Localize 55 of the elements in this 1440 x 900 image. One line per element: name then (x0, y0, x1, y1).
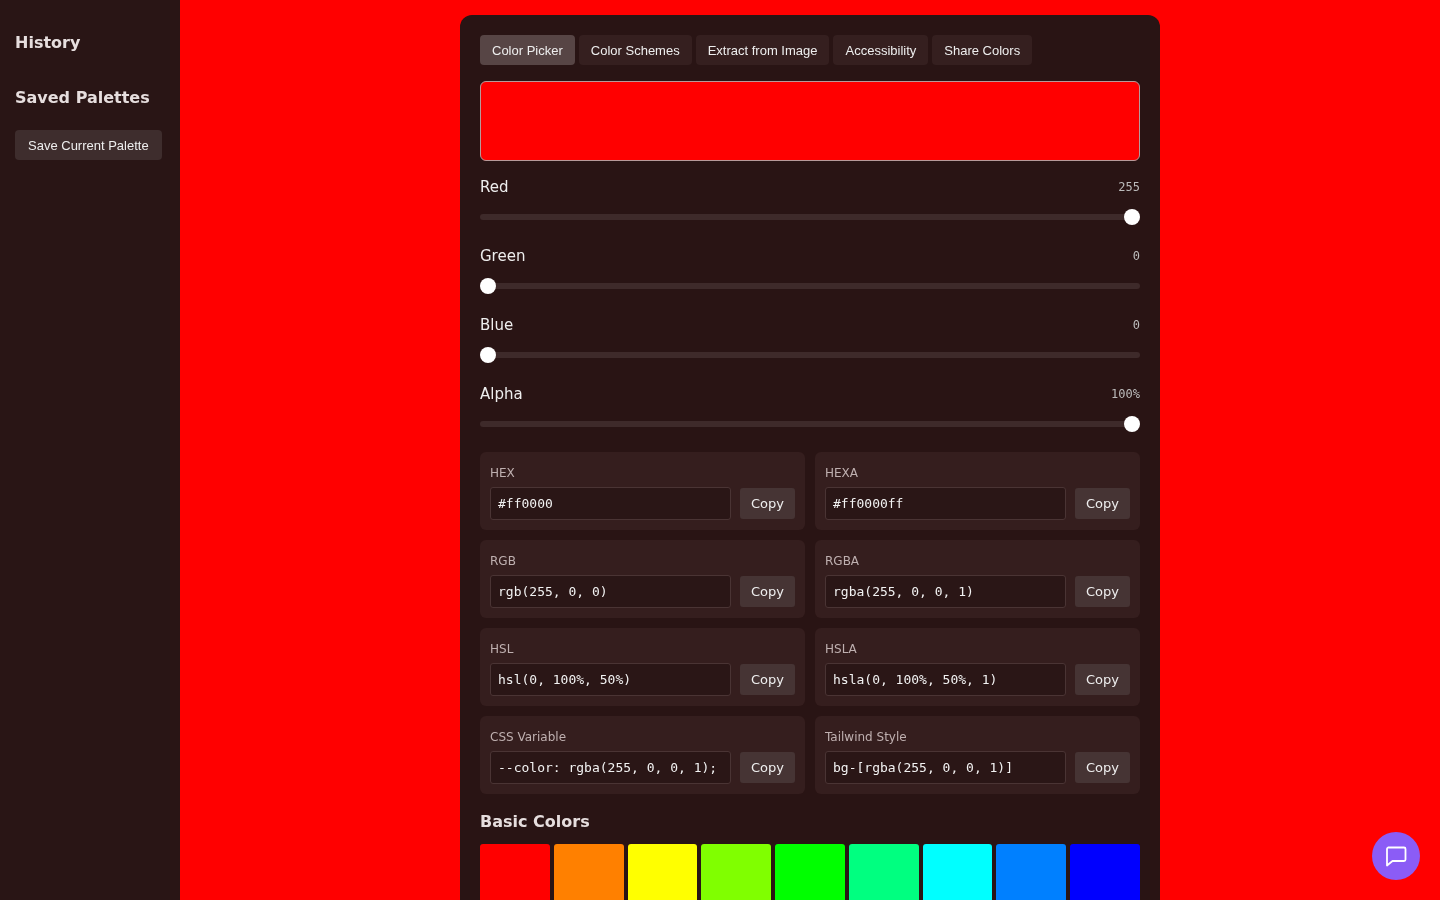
tab[interactable]: Extract from Image (695, 35, 830, 65)
slider-thumb[interactable] (1124, 209, 1140, 225)
value-field[interactable]: #ff0000ff (825, 487, 1066, 520)
format-label: HEX (490, 465, 515, 481)
color-swatch-icon[interactable] (1070, 844, 1140, 900)
value-field[interactable]: bg-[rgba(255, 0, 0, 1)] (825, 751, 1066, 784)
basic-colors-heading: Basic Colors (480, 811, 590, 833)
slider-label: Green (480, 247, 526, 265)
slider-value: 100% (1111, 387, 1140, 401)
slider-value: 255 (1118, 180, 1140, 194)
chat-bubble-icon (1385, 845, 1407, 867)
saved-palettes-heading: Saved Palettes (15, 87, 150, 109)
format-label: RGBA (825, 553, 860, 569)
value-field[interactable]: --color: rgba(255, 0, 0, 1); (490, 751, 731, 784)
copy-button[interactable]: Copy (1075, 664, 1130, 695)
tab[interactable]: Color Schemes (578, 35, 692, 65)
slider-thumb[interactable] (480, 278, 496, 294)
slider-label: Alpha (480, 385, 523, 403)
value-field[interactable]: #ff0000 (490, 487, 731, 520)
tab[interactable]: Accessibility (833, 35, 929, 65)
color-swatch-icon[interactable] (553, 844, 624, 900)
color-swatch-icon[interactable] (922, 844, 993, 900)
format-label: HEXA (825, 465, 859, 481)
history-heading: History (15, 32, 81, 54)
slider-value: 0 (1132, 318, 1140, 332)
format-label: Tailwind Style (825, 729, 907, 745)
format-label: CSS Variable (490, 729, 566, 745)
copy-button[interactable]: Copy (740, 664, 795, 695)
value-field[interactable]: rgb(255, 0, 0) (490, 575, 731, 608)
format-label: RGB (490, 553, 516, 569)
value-field[interactable]: hsla(0, 100%, 50%, 1) (825, 663, 1066, 696)
slider-label: Red (480, 178, 509, 196)
format-label: HSLA (825, 641, 857, 657)
slider-thumb[interactable] (1124, 416, 1140, 432)
color-swatch-icon[interactable] (701, 844, 772, 900)
copy-button[interactable]: Copy (1075, 576, 1130, 607)
tab[interactable]: Share Colors (932, 35, 1033, 65)
tab[interactable]: Color Picker (480, 35, 575, 65)
slider-label: Blue (480, 316, 514, 334)
color-swatch-icon[interactable] (480, 844, 550, 900)
save-palette-button[interactable]: Save Current Palette (15, 130, 162, 160)
color-swatch-icon[interactable] (996, 844, 1067, 900)
copy-button[interactable]: Copy (740, 488, 795, 519)
format-label: HSL (490, 641, 514, 657)
slider-thumb[interactable] (480, 347, 496, 363)
color-swatch-icon[interactable] (627, 844, 698, 900)
color-swatch-icon[interactable] (848, 844, 919, 900)
color-swatch-icon[interactable] (775, 844, 845, 900)
copy-button[interactable]: Copy (1075, 752, 1130, 783)
copy-button[interactable]: Copy (740, 576, 795, 607)
value-field[interactable]: rgba(255, 0, 0, 1) (825, 575, 1066, 608)
slider-value: 0 (1132, 249, 1140, 263)
value-field[interactable]: hsl(0, 100%, 50%) (490, 663, 731, 696)
copy-button[interactable]: Copy (740, 752, 795, 783)
copy-button[interactable]: Copy (1075, 488, 1130, 519)
